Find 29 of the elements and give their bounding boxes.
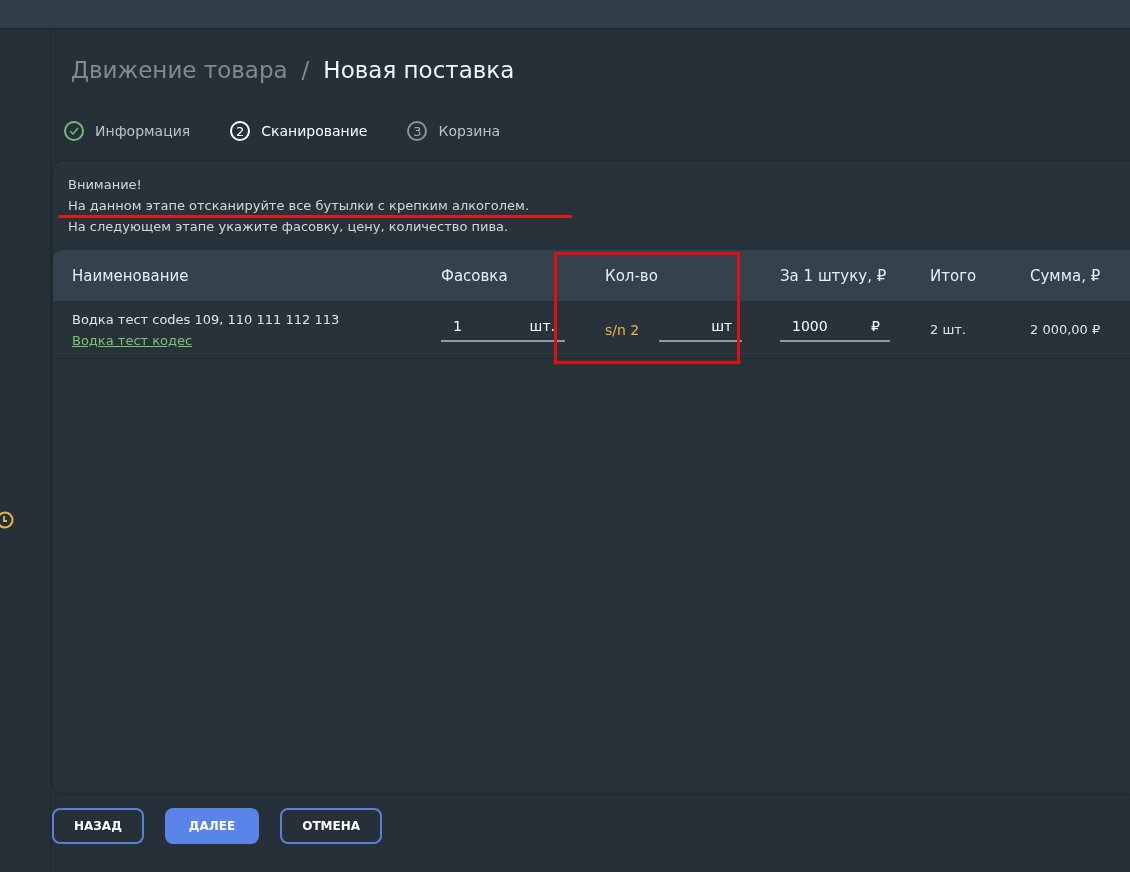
column-header: Наименование bbox=[72, 266, 190, 285]
column-header: Итого bbox=[930, 266, 978, 285]
column-header: Сумма, ₽ bbox=[1030, 266, 1102, 285]
action-button[interactable]: НАЗАД bbox=[52, 808, 144, 844]
breadcrumb-link[interactable]: Движение товара bbox=[71, 57, 288, 83]
column-header: За 1 штуку, ₽ bbox=[780, 266, 888, 285]
price-field[interactable]: 1000 ₽ bbox=[780, 317, 890, 342]
breadcrumb-separator: / bbox=[301, 57, 310, 83]
notice-text: На следующем этапе укажите фасовку, цену, количество пива. bbox=[68, 219, 510, 235]
table-cell-text: 2 шт. bbox=[930, 322, 967, 337]
clock-icon[interactable] bbox=[0, 511, 14, 529]
quantity-field[interactable]: шт bbox=[659, 317, 743, 342]
column-header: Кол-во bbox=[605, 266, 659, 285]
action-button[interactable]: ОТМЕНА bbox=[280, 808, 383, 844]
notice-text: На данном этапе отсканируйте все бутылки с крепким алкоголем. bbox=[68, 198, 530, 214]
packing-field[interactable]: 1 шт. bbox=[441, 317, 565, 342]
step-label[interactable]: Корзина bbox=[438, 123, 501, 139]
notice-text: Внимание! bbox=[68, 177, 143, 193]
table-cell-text: 2 000,00 ₽ bbox=[1030, 322, 1102, 337]
next-button[interactable]: ДАЛЕЕ bbox=[164, 808, 260, 844]
step-label[interactable]: Информация bbox=[95, 123, 191, 139]
step-number: 3 bbox=[407, 121, 428, 141]
serial-number: s/n 2 bbox=[605, 321, 640, 338]
product-name: Водка тест codes 109, 110 111 112 113 bbox=[72, 311, 341, 327]
step-number: 2 bbox=[230, 121, 251, 141]
step-label[interactable]: Сканирование bbox=[261, 123, 368, 139]
column-header: Фасовка bbox=[441, 266, 509, 285]
page-title: Новая поставка bbox=[323, 57, 515, 83]
product-link[interactable]: Водка тест кодес bbox=[72, 332, 441, 348]
